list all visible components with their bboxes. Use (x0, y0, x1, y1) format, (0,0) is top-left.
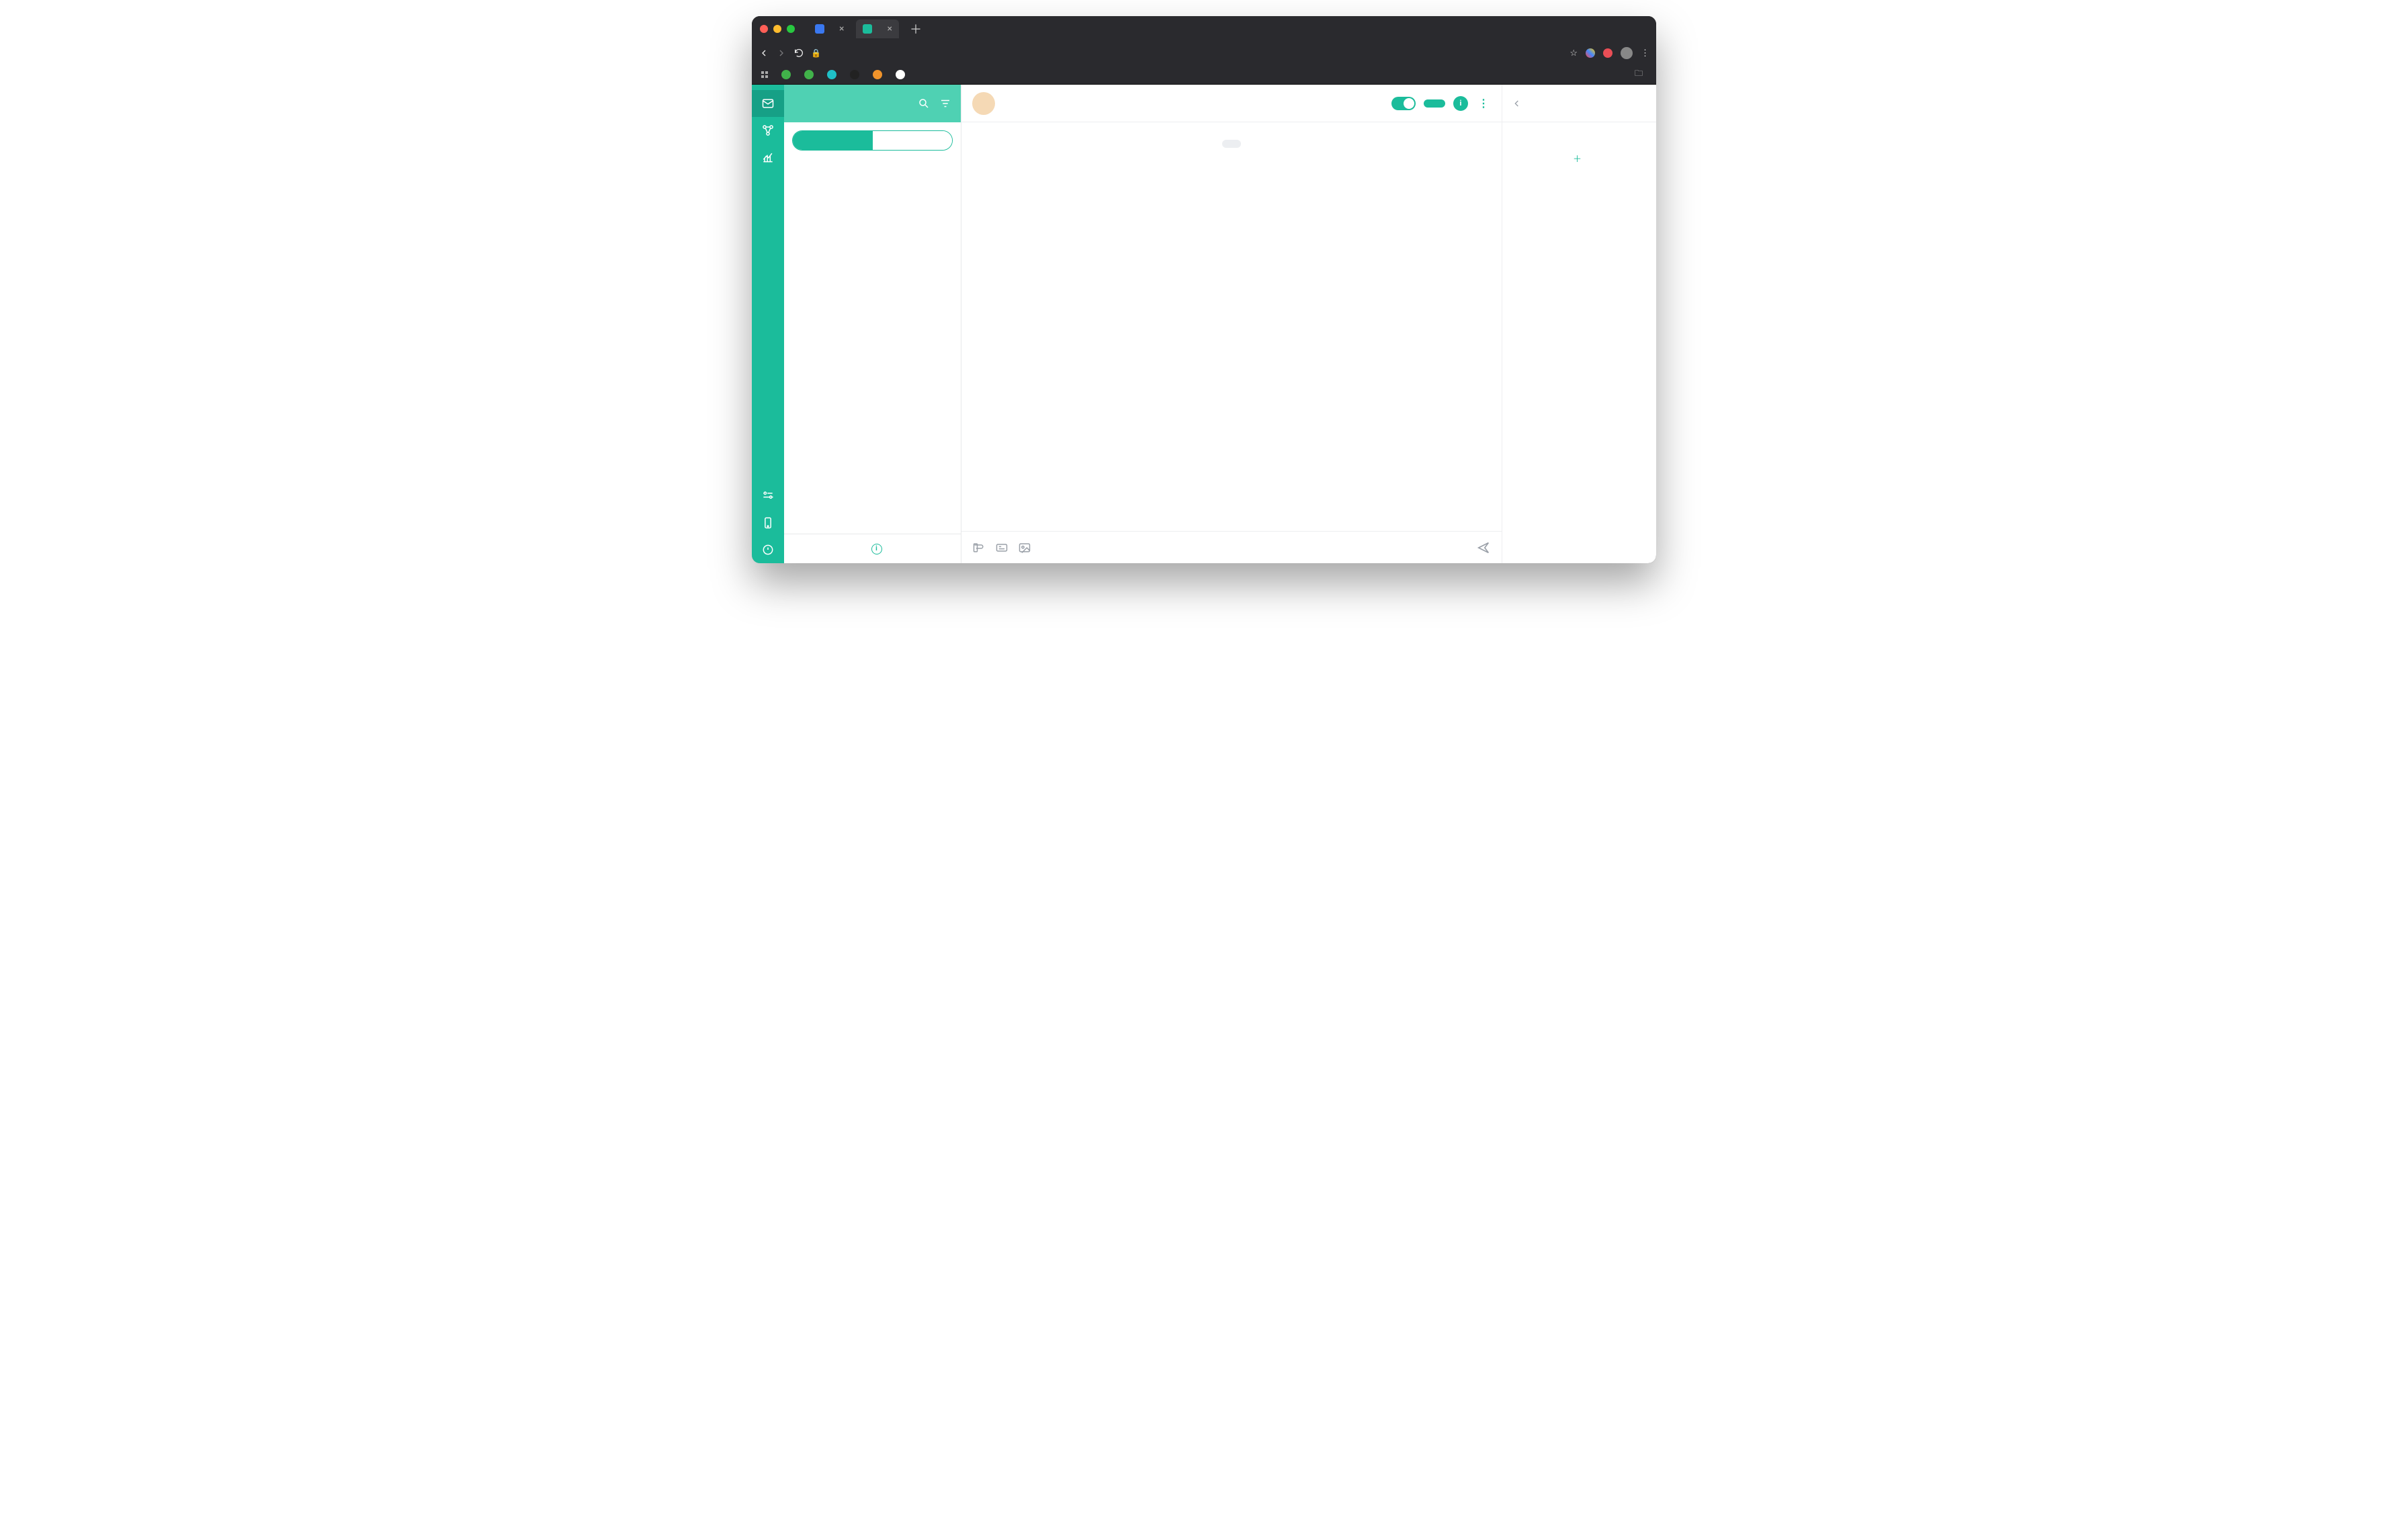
info-icon[interactable]: i (871, 544, 882, 554)
add-info-button[interactable]: ＋ (1513, 152, 1645, 165)
chat-header: i ⋮ (961, 85, 1502, 122)
info-icon[interactable]: i (1453, 96, 1468, 111)
favicon-icon (896, 70, 905, 79)
folder-icon: 🗀 (1635, 67, 1643, 81)
inbox-header (784, 85, 961, 122)
rail-item-analytics[interactable] (752, 144, 784, 171)
browser-tab-inactive[interactable]: × (808, 19, 851, 38)
bookmarks-bar: 🗀 (752, 65, 1656, 85)
reload-button[interactable] (793, 48, 804, 58)
info-panel: ＋ (1502, 85, 1656, 563)
resolve-button[interactable] (1424, 99, 1445, 108)
inbox-icon (761, 97, 775, 110)
maximize-window-icon[interactable] (787, 25, 795, 33)
extension-icon[interactable] (1586, 48, 1595, 58)
browser-toolbar: 🔒 ☆ ⋮ (752, 42, 1656, 65)
extension-icon[interactable] (1603, 48, 1612, 58)
bookmark-item[interactable] (804, 70, 818, 79)
forward-button[interactable] (776, 48, 787, 58)
logout-icon (761, 543, 775, 556)
profile-icon[interactable] (1621, 47, 1633, 59)
close-tab-icon[interactable]: × (839, 24, 844, 34)
filter-icon[interactable] (939, 97, 951, 110)
rail-item-inbox[interactable] (752, 90, 784, 117)
close-tab-icon[interactable]: × (887, 24, 892, 34)
window-controls[interactable] (760, 25, 795, 33)
menu-icon[interactable]: ⋮ (1641, 48, 1649, 58)
chatbot-toggle[interactable] (1386, 97, 1416, 110)
browser-tab-active[interactable]: × (856, 19, 898, 38)
inbox-column: i (784, 85, 961, 563)
send-button[interactable] (1476, 540, 1491, 555)
bookmark-item[interactable] (781, 70, 795, 79)
analytics-icon (761, 151, 775, 164)
search-icon[interactable] (918, 97, 930, 110)
rail-item-integration[interactable] (752, 117, 784, 144)
tab-favicon-icon (815, 24, 824, 34)
rail-item-settings[interactable] (752, 483, 784, 509)
attach-card-icon[interactable] (995, 541, 1008, 554)
segment-ongoing[interactable] (873, 131, 953, 150)
mobile-icon (761, 516, 775, 530)
favicon-icon (873, 70, 882, 79)
favicon-icon (781, 70, 791, 79)
segment-control (784, 122, 961, 156)
chat-column: i ⋮ (961, 85, 1502, 563)
segment-all[interactable] (793, 131, 873, 150)
back-button[interactable] (759, 48, 769, 58)
lock-icon: 🔒 (811, 48, 821, 58)
favicon-icon (804, 70, 814, 79)
apps-icon (761, 71, 768, 78)
more-icon[interactable]: ⋮ (1476, 96, 1491, 111)
inbox-footer: i (784, 534, 961, 563)
toggle-icon[interactable] (1391, 97, 1416, 110)
star-icon[interactable]: ☆ (1570, 48, 1578, 58)
other-bookmarks[interactable]: 🗀 (1635, 67, 1647, 81)
message-composer (961, 531, 1502, 563)
contact-avatar (972, 92, 995, 115)
collapse-icon[interactable] (1512, 98, 1522, 109)
date-divider (1222, 140, 1241, 148)
integration-icon (761, 124, 775, 137)
settings-icon (761, 489, 775, 503)
favicon-icon (850, 70, 859, 79)
new-tab-button[interactable]: ＋ (904, 20, 927, 38)
bookmark-item[interactable] (850, 70, 863, 79)
chat-body[interactable] (961, 122, 1502, 531)
close-window-icon[interactable] (760, 25, 768, 33)
bookmark-item[interactable] (761, 71, 772, 78)
rail-item-mobile[interactable] (752, 509, 784, 536)
bookmark-item[interactable] (873, 70, 886, 79)
attach-image-icon[interactable] (1018, 541, 1031, 554)
window-titlebar: × × ＋ (752, 16, 1656, 42)
minimize-window-icon[interactable] (773, 25, 781, 33)
rail-item-logout[interactable] (752, 536, 784, 563)
plus-icon: ＋ (1573, 152, 1582, 165)
message-input[interactable] (1041, 542, 1467, 552)
bookmark-item[interactable] (896, 70, 909, 79)
attach-file-icon[interactable] (972, 541, 986, 554)
address-bar[interactable]: 🔒 (811, 48, 1563, 58)
bookmark-item[interactable] (827, 70, 841, 79)
conversation-list[interactable] (784, 156, 961, 534)
nav-rail (752, 85, 784, 563)
tab-favicon-icon (863, 24, 872, 34)
favicon-icon (827, 70, 836, 79)
info-panel-header (1502, 85, 1656, 122)
